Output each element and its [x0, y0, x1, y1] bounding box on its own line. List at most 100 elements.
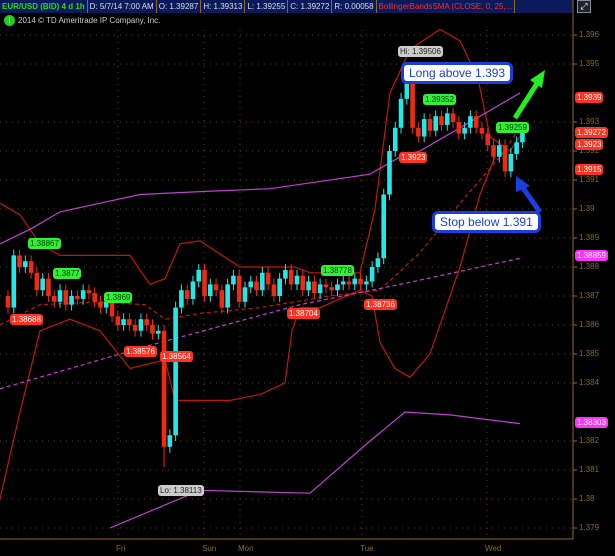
- candle-body: [427, 119, 433, 131]
- candle-body: [433, 116, 439, 131]
- candle-body: [421, 119, 427, 137]
- price-tag: 1.3923: [575, 139, 604, 150]
- candle-body: [335, 284, 340, 291]
- signal-bubble: 1.38576: [124, 346, 157, 357]
- y-tick-label: 1.393: [579, 117, 600, 126]
- candle-body: [75, 296, 80, 299]
- y-tick-label: 1.396: [579, 30, 600, 39]
- candle-body: [502, 145, 508, 172]
- candle-body: [23, 261, 28, 267]
- candle-body: [398, 98, 404, 128]
- candle-body: [491, 145, 496, 157]
- candle-body: [219, 290, 225, 308]
- candle-body: [346, 281, 352, 285]
- candle-body: [92, 293, 97, 302]
- y-tick-label: 1.384: [579, 378, 600, 387]
- signal-bubble: 1.38704: [287, 308, 320, 319]
- price-tag: 1.38303: [575, 417, 608, 428]
- candle-body: [28, 261, 34, 273]
- candle-body: [132, 325, 138, 331]
- candle-body: [173, 307, 178, 436]
- signal-bubble: 1.3869: [104, 292, 133, 303]
- candle-body: [277, 278, 282, 296]
- candle-body: [392, 127, 398, 151]
- candle-body: [51, 296, 57, 302]
- candle-body: [300, 275, 306, 291]
- candle-body: [444, 113, 450, 125]
- x-tick-label: Tue: [360, 544, 374, 553]
- signal-bubble: 1.38564: [160, 351, 193, 362]
- candle-body: [306, 281, 311, 291]
- candle-body: [317, 284, 323, 294]
- price-tag: 1.38859: [575, 250, 608, 261]
- candle-body: [127, 319, 132, 325]
- price-tag: 1.3939: [575, 92, 604, 103]
- candle-body: [323, 284, 329, 288]
- candle-body: [294, 275, 300, 285]
- candle-body: [46, 278, 51, 296]
- candle-body: [497, 145, 502, 157]
- candle-body: [248, 281, 254, 288]
- candle-body: [231, 275, 236, 285]
- candle-body: [387, 151, 392, 195]
- candle-body: [190, 281, 196, 299]
- candle-body: [109, 301, 115, 317]
- candle-body: [473, 116, 479, 128]
- candle-body: [69, 296, 74, 305]
- candle-body: [514, 142, 519, 154]
- candle-body: [144, 319, 150, 325]
- candle-body: [358, 278, 363, 285]
- signal-bubble: 1.3923: [399, 152, 428, 163]
- price-tag: 1.3915: [575, 164, 604, 175]
- long-annotation: Long above 1.393: [401, 62, 514, 84]
- candle-body: [508, 153, 514, 172]
- candle-body: [450, 113, 456, 122]
- x-tick-label: Fri: [116, 544, 126, 553]
- series-lower-band: [0, 156, 496, 500]
- candle-body: [11, 255, 17, 308]
- candle-body: [184, 290, 190, 299]
- candle-body: [242, 287, 248, 302]
- candle-body: [208, 284, 213, 296]
- series-sma-lower: [109, 411, 521, 529]
- candle-body: [179, 290, 184, 308]
- signal-bubble: 1.38778: [321, 265, 354, 276]
- candle-body: [364, 281, 369, 285]
- candle-body: [80, 290, 86, 299]
- candle-body: [439, 116, 444, 125]
- candle-body: [283, 269, 288, 279]
- candle-body: [98, 301, 103, 308]
- candle-body: [40, 278, 45, 291]
- candle-body: [161, 330, 167, 447]
- y-tick-label: 1.391: [579, 175, 600, 184]
- candle-body: [225, 284, 230, 308]
- x-tick-label: Sun: [202, 544, 217, 553]
- candle-body: [121, 319, 126, 325]
- candle-body: [416, 127, 421, 137]
- candle-body: [340, 281, 346, 285]
- high-bubble: Hi: 1.39506: [398, 46, 443, 57]
- y-tick-label: 1.381: [579, 465, 600, 474]
- price-chart[interactable]: [0, 0, 615, 556]
- candle-body: [485, 133, 491, 146]
- candle-body: [5, 296, 11, 308]
- candle-body: [138, 319, 144, 331]
- candle-body: [155, 330, 161, 334]
- candle-body: [462, 127, 467, 134]
- price-tag-current: 1.39272: [575, 127, 608, 138]
- signal-bubble: 1.38688: [10, 314, 43, 325]
- candle-body: [17, 255, 22, 267]
- candle-body: [86, 290, 92, 294]
- y-tick-label: 1.385: [579, 349, 600, 358]
- y-tick-label: 1.39: [579, 204, 595, 213]
- candle-body: [456, 122, 462, 134]
- y-tick-label: 1.389: [579, 233, 600, 242]
- y-tick-label: 1.38: [579, 494, 595, 503]
- x-tick-label: Mon: [238, 544, 254, 553]
- candle-body: [468, 116, 473, 128]
- y-tick-label: 1.387: [579, 291, 600, 300]
- up-arrow-icon: [512, 80, 541, 120]
- candle-body: [115, 316, 121, 325]
- signal-bubble: 1.39259: [496, 122, 529, 133]
- candle-body: [202, 269, 207, 296]
